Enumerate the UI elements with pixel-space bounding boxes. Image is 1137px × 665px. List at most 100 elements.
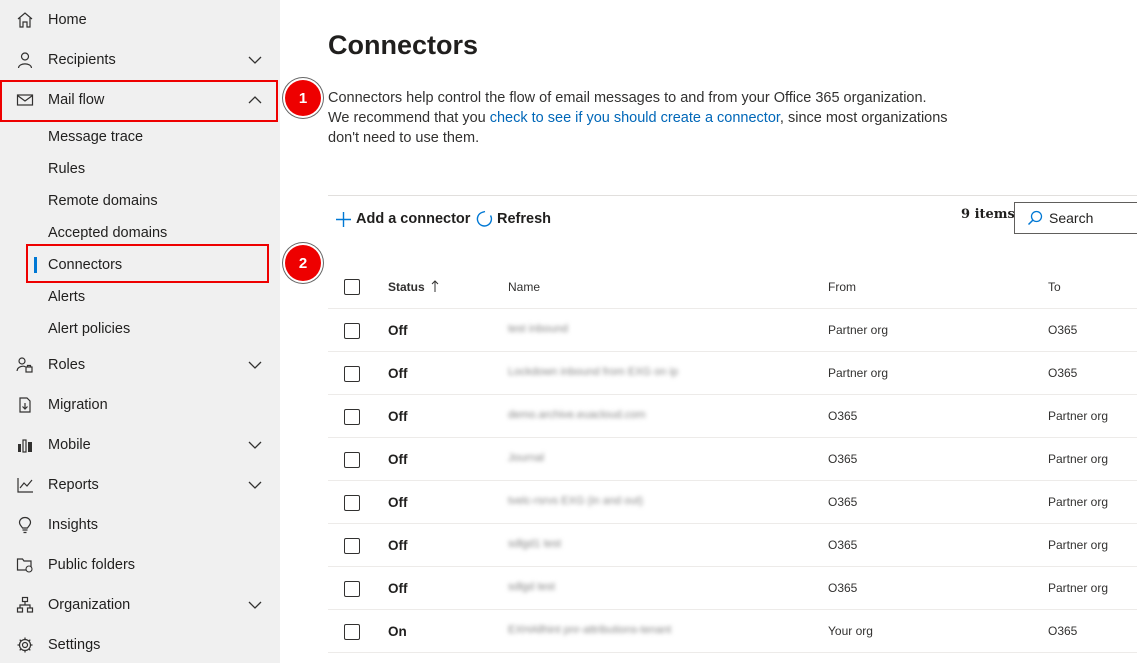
item-count: 9 items xyxy=(961,207,1015,222)
refresh-button[interactable]: Refresh xyxy=(476,209,551,229)
nav-public-folders[interactable]: Public folders xyxy=(0,545,280,585)
row-from: Your org xyxy=(828,624,873,638)
add-connector-button[interactable]: Add a connector xyxy=(335,209,470,229)
mobile-icon xyxy=(18,439,32,453)
table-row[interactable]: Off sdlgd1 test O365 Partner org xyxy=(328,524,1137,567)
command-bar-divider xyxy=(328,195,1137,196)
row-checkbox[interactable] xyxy=(344,409,360,425)
row-name-redacted[interactable]: tvelc-rsrvs EXG (in and out) xyxy=(508,495,643,507)
chevron-down-icon xyxy=(248,441,262,449)
row-name-redacted[interactable]: sdlgd1 test xyxy=(508,538,561,550)
nav-recipients[interactable]: Recipients xyxy=(0,40,280,80)
nav-settings[interactable]: Settings xyxy=(0,625,280,665)
row-from: O365 xyxy=(828,538,858,552)
table-row[interactable]: Off sdlgd test O365 Partner org xyxy=(328,567,1137,610)
row-from: O365 xyxy=(828,409,858,423)
table-row[interactable]: On EXHAllhint pnr-attributions-tenant Your… xyxy=(328,610,1137,653)
person-icon xyxy=(17,52,33,69)
row-checkbox[interactable] xyxy=(344,323,360,339)
row-status: Off xyxy=(388,323,408,338)
row-checkbox[interactable] xyxy=(344,624,360,640)
table-row[interactable]: Off Journal O365 Partner org xyxy=(328,438,1137,481)
subnav-alerts[interactable]: Alerts xyxy=(48,281,85,313)
row-name-redacted[interactable]: Journal xyxy=(508,452,544,464)
row-to: Partner org xyxy=(1048,495,1109,509)
navigation-sidebar: Home Recipients Mail flow Message trace … xyxy=(0,0,280,663)
nav-settings-label: Settings xyxy=(48,637,101,653)
status-header-label: Status xyxy=(388,280,425,294)
chart-icon xyxy=(17,478,33,493)
nav-home-label: Home xyxy=(48,12,87,28)
row-checkbox[interactable] xyxy=(344,366,360,382)
lightbulb-icon xyxy=(18,516,32,534)
subnav-alert-policies[interactable]: Alert policies xyxy=(48,313,130,345)
column-header-name[interactable]: Name xyxy=(508,280,540,294)
org-icon xyxy=(16,596,34,613)
table-row[interactable]: Off demo.archive.euacloud.com O365 Partner … xyxy=(328,395,1137,438)
subnav-rules[interactable]: Rules xyxy=(48,153,85,185)
row-checkbox[interactable] xyxy=(344,495,360,511)
row-checkbox[interactable] xyxy=(344,581,360,597)
nav-migration-label: Migration xyxy=(48,397,108,413)
nav-insights-label: Insights xyxy=(48,517,98,533)
nav-mobile[interactable]: Mobile xyxy=(0,425,280,465)
refresh-label: Refresh xyxy=(497,211,551,227)
row-name-redacted[interactable]: sdlgd test xyxy=(508,581,555,593)
nav-reports[interactable]: Reports xyxy=(0,465,280,505)
nav-mobile-label: Mobile xyxy=(48,437,91,453)
subnav-message-trace[interactable]: Message trace xyxy=(48,121,143,153)
migration-icon xyxy=(19,397,31,413)
row-to: Partner org xyxy=(1048,538,1109,552)
row-status: Off xyxy=(388,495,408,510)
column-header-status[interactable]: Status xyxy=(388,280,439,294)
row-status: Off xyxy=(388,452,408,467)
nav-migration[interactable]: Migration xyxy=(0,385,280,425)
row-checkbox[interactable] xyxy=(344,538,360,554)
row-status: Off xyxy=(388,581,408,596)
nav-insights[interactable]: Insights xyxy=(0,505,280,545)
nav-roles[interactable]: Roles xyxy=(0,345,280,385)
gear-icon xyxy=(17,637,33,653)
search-box[interactable]: Search xyxy=(1014,202,1137,234)
refresh-icon xyxy=(476,210,493,227)
row-to: Partner org xyxy=(1048,409,1109,423)
callout-badge-2: 2 xyxy=(285,245,321,281)
sort-ascending-icon xyxy=(431,280,439,292)
nav-home[interactable]: Home xyxy=(0,0,280,40)
table-row[interactable]: Off Lockdown inbound from EXG on ip Partne… xyxy=(328,352,1137,395)
row-to: O365 xyxy=(1048,624,1078,638)
nav-organization-label: Organization xyxy=(48,597,131,613)
row-checkbox[interactable] xyxy=(344,452,360,468)
table-row[interactable]: Off tvelc-rsrvs EXG (in and out) O365 Partn… xyxy=(328,481,1137,524)
row-from: O365 xyxy=(828,495,858,509)
table-row[interactable]: Off test inbound Partner org O365 xyxy=(328,309,1137,352)
row-name-redacted[interactable]: test inbound xyxy=(508,323,568,335)
add-connector-label: Add a connector xyxy=(356,211,471,227)
plus-icon xyxy=(336,211,351,227)
row-name-redacted[interactable]: EXHAllhint pnr-attributions-tenant xyxy=(508,624,671,636)
nav-roles-label: Roles xyxy=(48,357,86,373)
row-status: On xyxy=(388,624,407,639)
row-status: Off xyxy=(388,538,408,553)
chevron-down-icon xyxy=(248,361,262,369)
chevron-down-icon xyxy=(248,601,262,609)
select-all-checkbox[interactable] xyxy=(344,279,360,295)
page-title: Connectors xyxy=(328,30,479,60)
column-header-to[interactable]: To xyxy=(1048,280,1061,294)
nav-organization[interactable]: Organization xyxy=(0,585,280,625)
chevron-down-icon xyxy=(248,56,262,64)
row-name-redacted[interactable]: demo.archive.euacloud.com xyxy=(508,409,646,421)
callout-box-connectors xyxy=(26,244,269,283)
column-header-from[interactable]: From xyxy=(828,280,856,294)
row-from: O365 xyxy=(828,452,858,466)
row-name-redacted[interactable]: Lockdown inbound from EXG on ip xyxy=(508,366,678,378)
subnav-remote-domains[interactable]: Remote domains xyxy=(48,185,158,217)
callout-box-mail-flow xyxy=(0,80,278,122)
home-icon xyxy=(17,12,33,28)
row-to: O365 xyxy=(1048,366,1078,380)
search-icon xyxy=(1027,210,1043,226)
row-from: Partner org xyxy=(828,323,889,337)
page-description: Connectors help control the flow of emai… xyxy=(328,88,948,148)
create-connector-help-link[interactable]: check to see if you should create a conn… xyxy=(490,110,780,126)
nav-public-folders-label: Public folders xyxy=(48,557,136,573)
